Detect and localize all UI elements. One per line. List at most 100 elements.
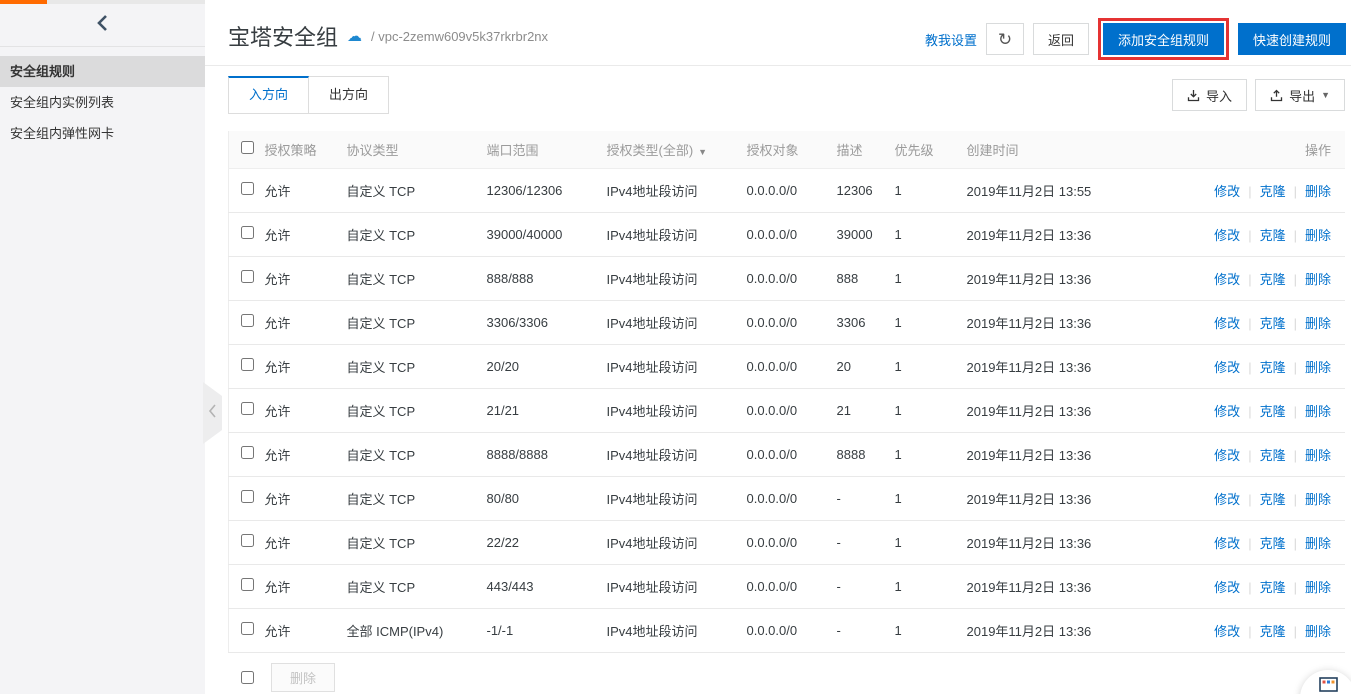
cell-auth_type: IPv4地址段访问 bbox=[606, 520, 747, 565]
action-modify-link[interactable]: 修改 bbox=[1214, 184, 1240, 199]
action-separator: | bbox=[1248, 227, 1252, 243]
action-separator: | bbox=[1248, 183, 1252, 199]
action-separator: | bbox=[1293, 271, 1297, 287]
action-modify-link[interactable]: 修改 bbox=[1214, 536, 1240, 551]
header-auth-object: 授权对象 bbox=[746, 131, 837, 169]
row-checkbox[interactable] bbox=[241, 358, 254, 371]
help-link[interactable]: 教我设置 bbox=[925, 30, 977, 49]
sidebar-item[interactable]: 安全组内弹性网卡 bbox=[0, 118, 205, 149]
action-modify-link[interactable]: 修改 bbox=[1214, 272, 1240, 287]
action-delete-link[interactable]: 删除 bbox=[1305, 228, 1331, 243]
action-separator: | bbox=[1293, 579, 1297, 595]
tab-outbound[interactable]: 出方向 bbox=[309, 76, 390, 114]
action-modify-link[interactable]: 修改 bbox=[1214, 492, 1240, 507]
cell-actions: 修改 | 克隆 | 删除 bbox=[1206, 212, 1345, 257]
action-modify-link[interactable]: 修改 bbox=[1214, 316, 1240, 331]
action-clone-link[interactable]: 克隆 bbox=[1260, 184, 1286, 199]
tabs-row: 入方向 出方向 导入 导出 ▼ bbox=[228, 76, 1345, 114]
cell-auth_type: IPv4地址段访问 bbox=[606, 564, 747, 609]
action-delete-link[interactable]: 删除 bbox=[1305, 272, 1331, 287]
page: 安全组规则 安全组内实例列表 安全组内弹性网卡 宝塔安全组 ☁ / vpc-2zem… bbox=[0, 0, 1351, 694]
cell-created: 2019年11月2日 13:36 bbox=[966, 344, 1207, 389]
import-export-toolbar: 导入 导出 ▼ bbox=[1164, 79, 1345, 111]
action-delete-link[interactable]: 删除 bbox=[1305, 580, 1331, 595]
cell-port_range: 888/888 bbox=[486, 256, 607, 301]
sidebar-collapse-button[interactable] bbox=[0, 4, 205, 47]
action-delete-link[interactable]: 删除 bbox=[1305, 404, 1331, 419]
cell-created: 2019年11月2日 13:36 bbox=[966, 608, 1207, 653]
row-checkbox[interactable] bbox=[241, 534, 254, 547]
page-title: 宝塔安全组 bbox=[228, 25, 339, 50]
action-clone-link[interactable]: 克隆 bbox=[1260, 448, 1286, 463]
action-separator: | bbox=[1248, 315, 1252, 331]
header-created: 创建时间 bbox=[966, 131, 1207, 169]
action-clone-link[interactable]: 克隆 bbox=[1260, 536, 1286, 551]
quick-create-button[interactable]: 快速创建规则 bbox=[1237, 23, 1346, 55]
batch-delete-button[interactable]: 删除 bbox=[271, 662, 336, 692]
action-clone-link[interactable]: 克隆 bbox=[1260, 404, 1286, 419]
action-modify-link[interactable]: 修改 bbox=[1214, 580, 1240, 595]
cell-protocol: 自定义 TCP bbox=[346, 256, 487, 301]
cell-description: - bbox=[836, 564, 895, 609]
cell-protocol: 自定义 TCP bbox=[346, 476, 487, 521]
select-all-checkbox[interactable] bbox=[241, 141, 254, 155]
action-modify-link[interactable]: 修改 bbox=[1214, 404, 1240, 419]
sidebar-item[interactable]: 安全组规则 bbox=[0, 56, 205, 87]
action-delete-link[interactable]: 删除 bbox=[1305, 360, 1331, 375]
action-clone-link[interactable]: 克隆 bbox=[1260, 228, 1286, 243]
action-delete-link[interactable]: 删除 bbox=[1305, 448, 1331, 463]
action-separator: | bbox=[1248, 491, 1252, 507]
refresh-button[interactable]: ↻ bbox=[985, 23, 1024, 55]
row-checkbox[interactable] bbox=[241, 226, 254, 239]
highlight-annotation: 添加安全组规则 bbox=[1097, 18, 1229, 60]
cell-policy: 允许 bbox=[264, 256, 347, 301]
action-modify-link[interactable]: 修改 bbox=[1214, 228, 1240, 243]
add-rule-button[interactable]: 添加安全组规则 bbox=[1102, 23, 1224, 55]
action-clone-link[interactable]: 克隆 bbox=[1260, 492, 1286, 507]
action-modify-link[interactable]: 修改 bbox=[1214, 448, 1240, 463]
cell-auth_type: IPv4地址段访问 bbox=[606, 388, 747, 433]
action-modify-link[interactable]: 修改 bbox=[1214, 360, 1240, 375]
action-delete-link[interactable]: 删除 bbox=[1305, 624, 1331, 639]
action-delete-link[interactable]: 删除 bbox=[1305, 184, 1331, 199]
action-delete-link[interactable]: 删除 bbox=[1305, 316, 1331, 331]
row-checkbox[interactable] bbox=[241, 402, 254, 415]
action-modify-link[interactable]: 修改 bbox=[1214, 624, 1240, 639]
import-button[interactable]: 导入 bbox=[1172, 79, 1248, 111]
table-row: 允许 自定义 TCP 3306/3306 IPv4地址段访问 0.0.0.0/0 3306… bbox=[228, 300, 1345, 345]
header-port-range: 端口范围 bbox=[486, 131, 607, 169]
header-auth-type-filter[interactable]: 授权类型(全部) ▼ bbox=[606, 131, 747, 169]
action-clone-link[interactable]: 克隆 bbox=[1260, 360, 1286, 375]
row-checkbox[interactable] bbox=[241, 490, 254, 503]
row-checkbox[interactable] bbox=[241, 314, 254, 327]
row-checkbox[interactable] bbox=[241, 446, 254, 459]
filter-caret-icon[interactable]: ▼ bbox=[698, 147, 707, 157]
cell-policy: 允许 bbox=[264, 344, 347, 389]
cell-created: 2019年11月2日 13:36 bbox=[966, 256, 1207, 301]
sidebar-item[interactable]: 安全组内实例列表 bbox=[0, 87, 205, 118]
row-checkbox[interactable] bbox=[241, 182, 254, 195]
action-delete-link[interactable]: 删除 bbox=[1305, 492, 1331, 507]
action-clone-link[interactable]: 克隆 bbox=[1260, 580, 1286, 595]
export-button[interactable]: 导出 ▼ bbox=[1255, 79, 1345, 111]
footer-select-all-checkbox[interactable] bbox=[241, 670, 254, 684]
header-description: 描述 bbox=[836, 131, 895, 169]
action-clone-link[interactable]: 克隆 bbox=[1260, 316, 1286, 331]
action-delete-link[interactable]: 删除 bbox=[1305, 536, 1331, 551]
action-separator: | bbox=[1293, 183, 1297, 199]
row-checkbox[interactable] bbox=[241, 578, 254, 591]
cell-priority: 1 bbox=[894, 256, 967, 301]
tab-inbound[interactable]: 入方向 bbox=[228, 76, 310, 114]
action-clone-link[interactable]: 克隆 bbox=[1260, 272, 1286, 287]
cell-auth_object: 0.0.0.0/0 bbox=[746, 168, 837, 213]
row-checkbox[interactable] bbox=[241, 270, 254, 283]
cell-created: 2019年11月2日 13:36 bbox=[966, 520, 1207, 565]
action-clone-link[interactable]: 克隆 bbox=[1260, 624, 1286, 639]
row-checkbox[interactable] bbox=[241, 622, 254, 635]
cell-actions: 修改 | 克隆 | 删除 bbox=[1206, 300, 1345, 345]
action-separator: | bbox=[1293, 447, 1297, 463]
cell-created: 2019年11月2日 13:36 bbox=[966, 476, 1207, 521]
cell-auth_type: IPv4地址段访问 bbox=[606, 300, 747, 345]
back-button[interactable]: 返回 bbox=[1032, 23, 1089, 55]
top-gray-strip bbox=[47, 0, 205, 4]
